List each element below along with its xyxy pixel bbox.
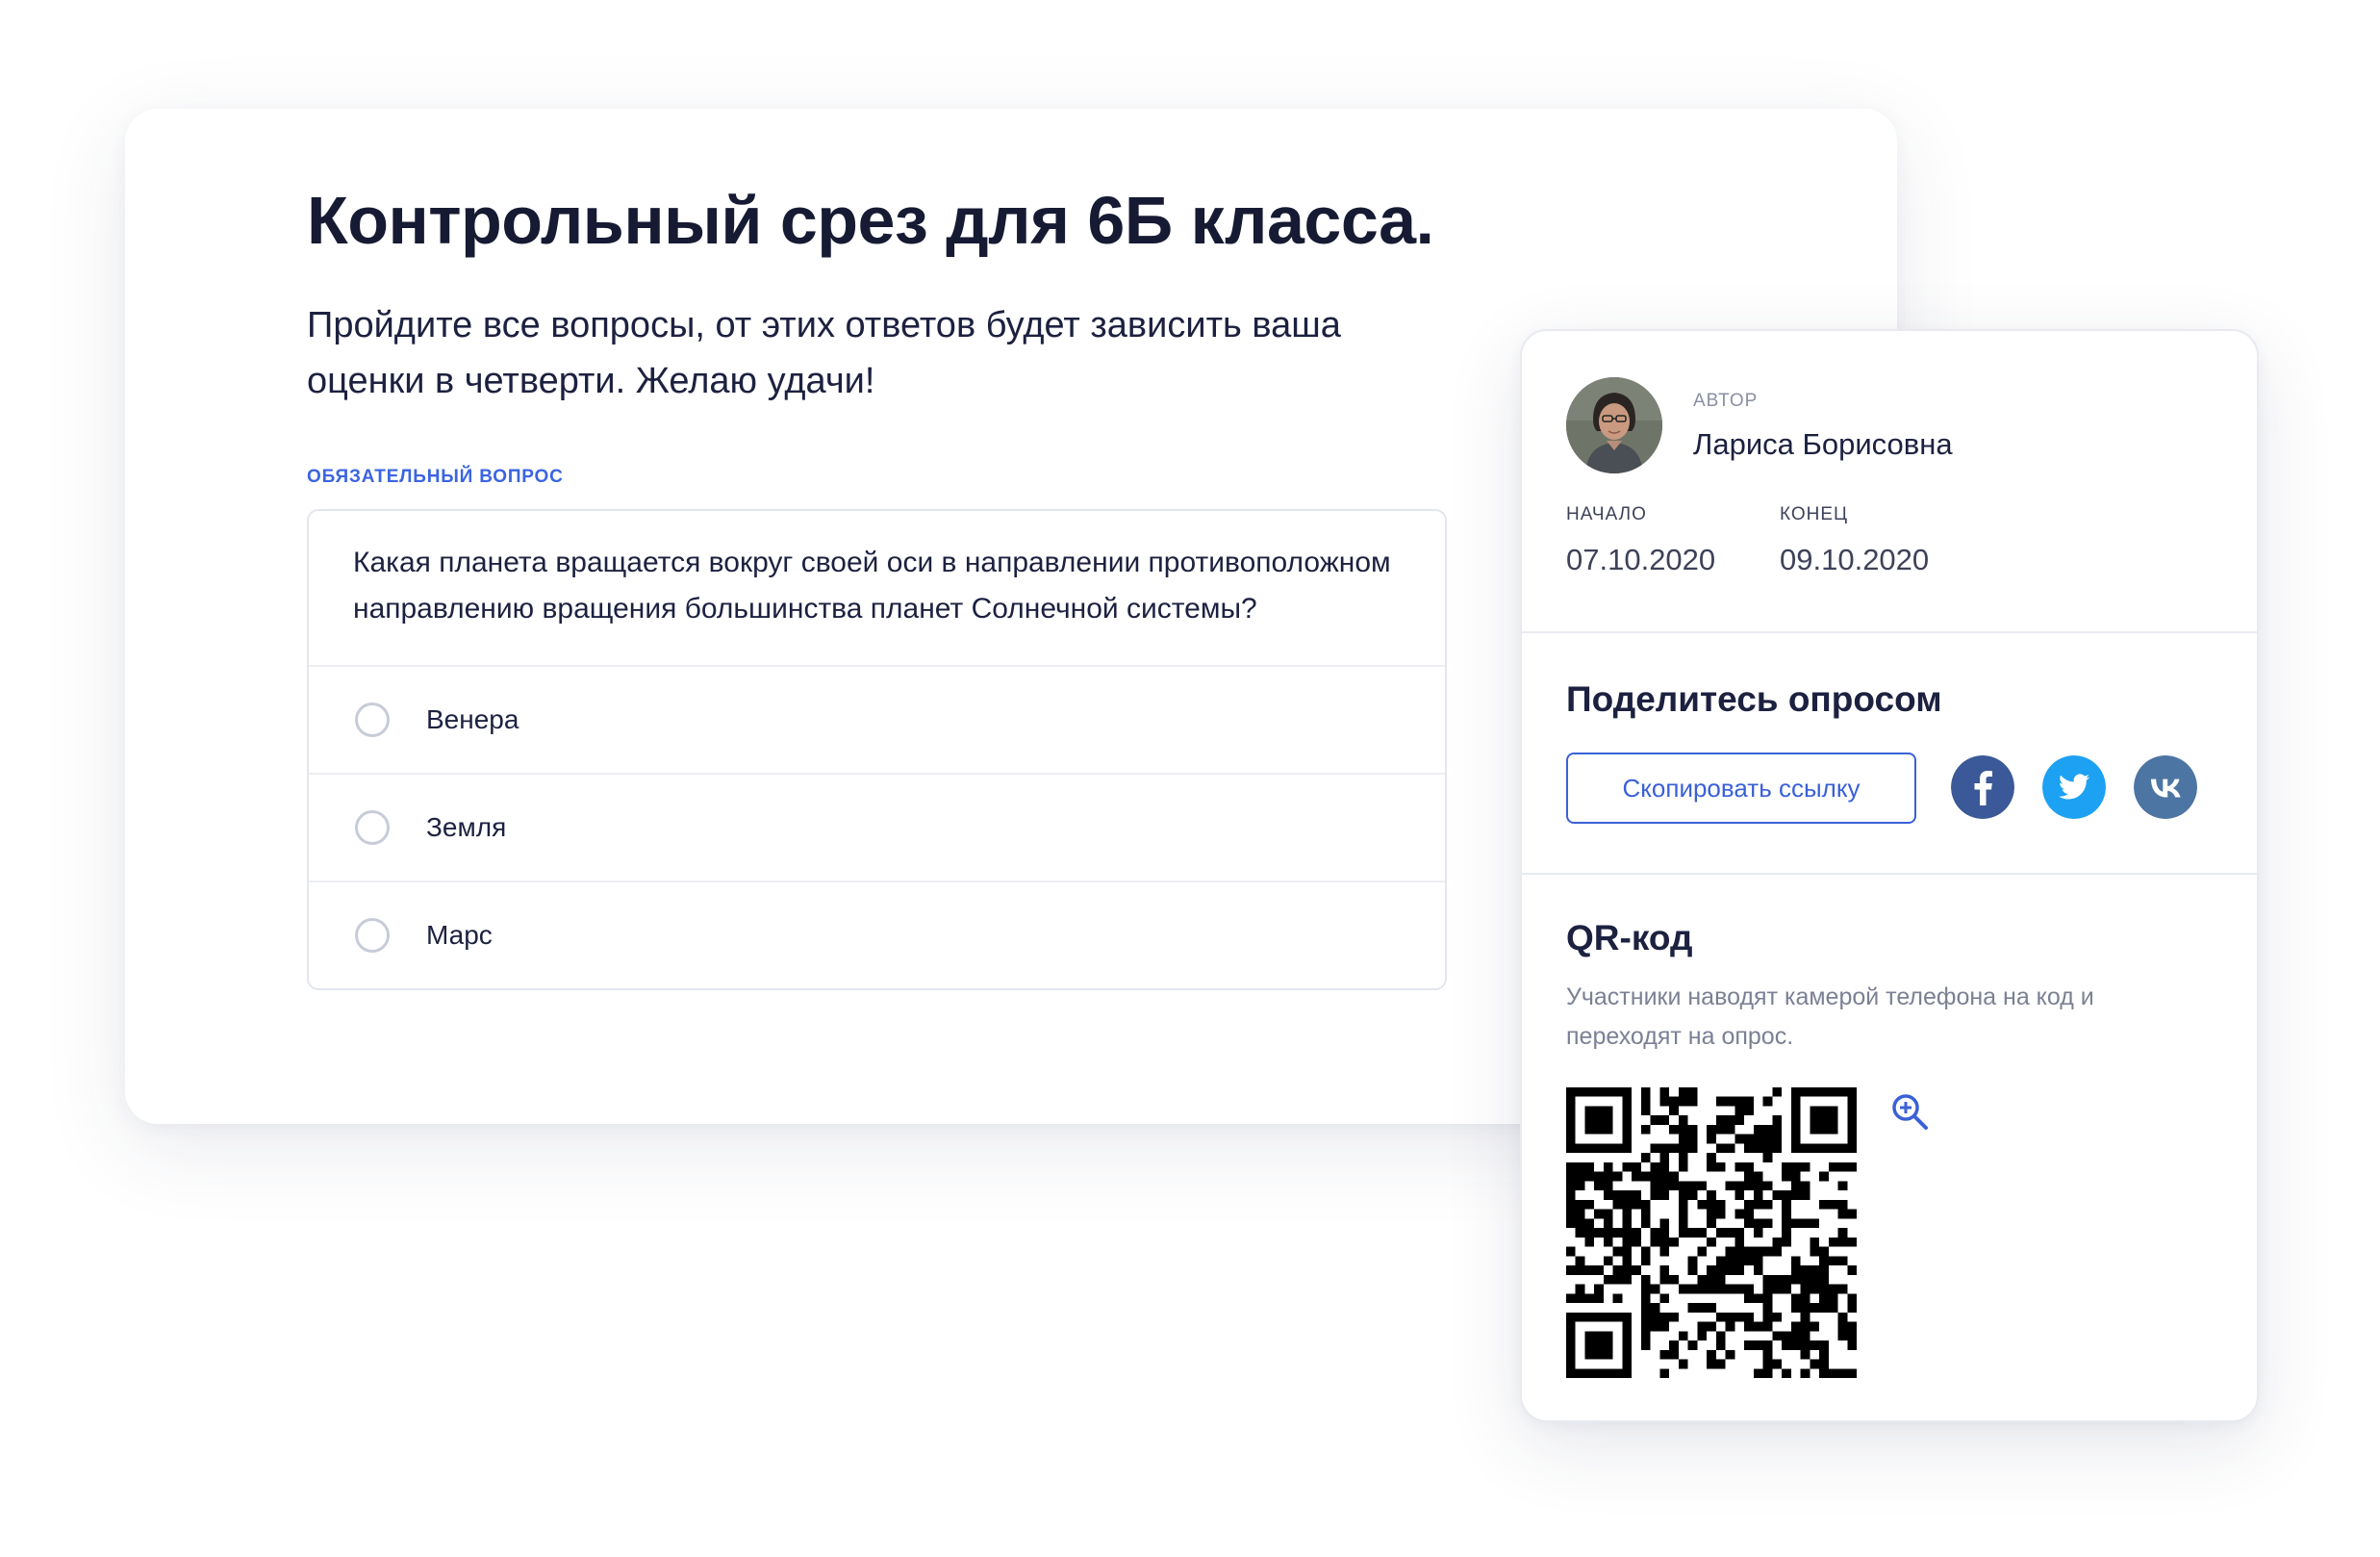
answer-option-earth[interactable]: Земля: [309, 775, 1445, 882]
copy-link-button[interactable]: Скопировать ссылку: [1566, 753, 1916, 824]
radio-button[interactable]: [355, 702, 390, 737]
qr-code: [1566, 1087, 1857, 1378]
share-heading: Поделитесь опросом: [1566, 679, 1942, 719]
question-text: Какая планета вращается вокруг своей оси…: [309, 511, 1445, 667]
vk-icon[interactable]: [2134, 755, 2197, 819]
survey-description: Пройдите все вопросы, от этих ответов бу…: [307, 305, 1341, 401]
divider: [1522, 873, 2257, 875]
twitter-icon[interactable]: [2042, 755, 2106, 819]
author-avatar: [1566, 377, 1662, 473]
author-caption: АВТОР: [1693, 391, 1759, 411]
end-date-caption: КОНЕЦ: [1780, 504, 1849, 524]
question-card: Какая планета вращается вокруг своей оси…: [307, 509, 1447, 990]
survey-info-panel: АВТОР Лариса Борисовна НАЧАЛО 07.10.2020…: [1520, 329, 2259, 1422]
radio-button[interactable]: [355, 918, 390, 953]
answer-option-venus[interactable]: Венера: [309, 667, 1445, 775]
author-name: Лариса Борисовна: [1693, 427, 1953, 461]
qr-description: Участники наводят камерой телефона на ко…: [1566, 983, 2094, 1050]
answer-option-label: Венера: [426, 704, 519, 734]
zoom-in-icon[interactable]: [1889, 1091, 1930, 1132]
survey-title: Контрольный срез для 6Б класса.: [307, 183, 1434, 258]
facebook-icon[interactable]: [1951, 755, 2014, 819]
radio-button[interactable]: [355, 810, 390, 845]
start-date: 07.10.2020: [1566, 543, 1716, 576]
end-date: 09.10.2020: [1780, 543, 1930, 576]
answer-option-mars[interactable]: Марс: [309, 882, 1445, 988]
divider: [1522, 631, 2257, 633]
qr-heading: QR-код: [1566, 918, 1693, 957]
required-question-label: ОБЯЗАТЕЛЬНЫЙ ВОПРОС: [307, 467, 564, 487]
answer-option-label: Марс: [426, 920, 493, 950]
start-date-caption: НАЧАЛО: [1566, 504, 1647, 524]
answer-option-label: Земля: [426, 812, 507, 842]
